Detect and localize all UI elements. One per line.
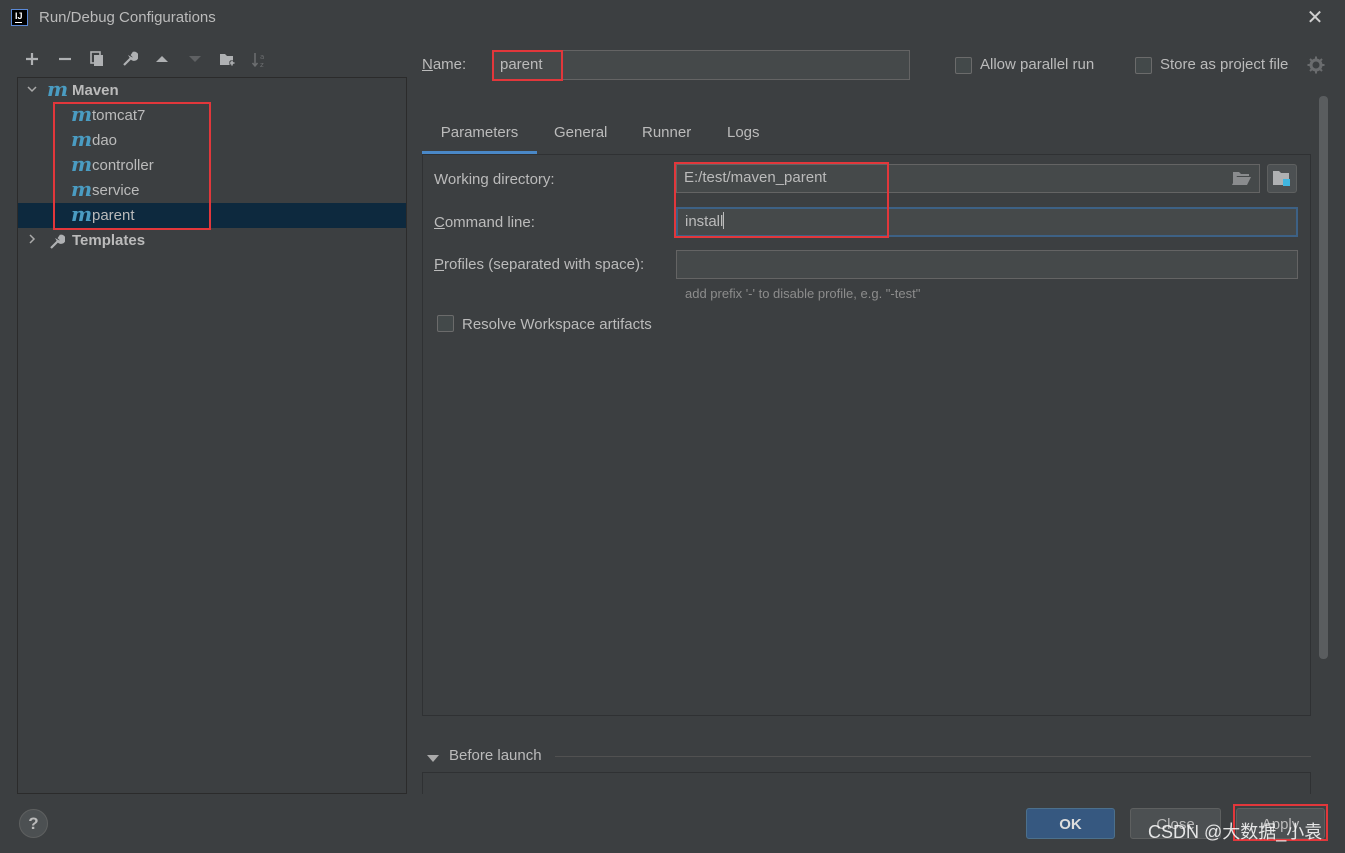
working-directory-label: Working directory: xyxy=(434,171,555,188)
window-title: Run/Debug Configurations xyxy=(39,9,216,26)
arrow-up-icon xyxy=(156,56,168,62)
command-line-field[interactable]: install xyxy=(676,207,1298,237)
svg-text:a: a xyxy=(260,53,264,61)
tree-item-label: tomcat7 xyxy=(92,107,146,124)
before-launch-panel xyxy=(422,772,1311,794)
tree-item-label: dao xyxy=(92,132,118,149)
chevron-down-icon[interactable] xyxy=(27,78,41,103)
maven-run-icon: m xyxy=(71,152,93,176)
tree-node-maven[interactable]: m Maven xyxy=(18,77,406,103)
tree-item-label: controller xyxy=(92,157,154,174)
before-launch-label[interactable]: Before launch xyxy=(449,747,542,764)
allow-parallel-run-label: Allow parallel run xyxy=(980,56,1095,73)
add-configuration-button[interactable] xyxy=(21,49,43,71)
text-cursor xyxy=(723,212,725,229)
intellij-app-icon: IJ xyxy=(11,9,28,26)
command-line-value: install xyxy=(685,213,724,230)
profiles-label-text: rofiles (separated with space): xyxy=(444,256,645,273)
new-folder-button[interactable] xyxy=(217,49,239,71)
resolve-workspace-checkbox[interactable] xyxy=(437,315,454,332)
name-field[interactable]: parent xyxy=(492,50,910,80)
maven-run-icon: m xyxy=(71,177,93,201)
maven-run-icon: m xyxy=(71,202,93,226)
gear-icon[interactable] xyxy=(1307,56,1325,78)
tab-logs[interactable]: Logs xyxy=(727,118,760,151)
folder-add-icon xyxy=(220,54,235,66)
sort-button[interactable]: az xyxy=(249,49,271,71)
profiles-field[interactable] xyxy=(676,250,1298,279)
command-line-label-text: ommand line: xyxy=(444,214,535,231)
name-label-text: ame: xyxy=(432,56,467,73)
name-label: Name: xyxy=(422,56,467,73)
tab-parameters[interactable]: Parameters xyxy=(422,118,537,154)
maven-run-icon: m xyxy=(71,127,93,151)
remove-configuration-button[interactable] xyxy=(54,49,76,71)
allow-parallel-run-checkbox[interactable] xyxy=(955,57,972,74)
arrow-down-icon xyxy=(189,56,201,62)
copy-icon xyxy=(90,51,103,66)
profiles-hint: add prefix '-' to disable profile, e.g. … xyxy=(685,286,921,301)
svg-text:z: z xyxy=(260,61,264,69)
working-directory-field[interactable]: E:/test/maven_parent xyxy=(676,164,1260,193)
help-button[interactable]: ? xyxy=(19,809,48,838)
tab-runner[interactable]: Runner xyxy=(642,118,691,151)
tree-item-parent[interactable]: m parent xyxy=(18,202,406,228)
chevron-right-icon[interactable] xyxy=(27,228,41,253)
command-line-label: Command line: xyxy=(434,214,535,231)
plus-icon xyxy=(26,53,38,65)
wrench-icon xyxy=(123,51,138,66)
apply-button[interactable]: Apply xyxy=(1236,808,1325,839)
wrench-icon xyxy=(49,233,66,258)
store-as-project-file-checkbox[interactable] xyxy=(1135,57,1152,74)
resolve-workspace-label: Resolve Workspace artifacts xyxy=(462,316,652,333)
tree-node-templates[interactable]: Templates xyxy=(18,228,406,253)
close-button[interactable]: Close xyxy=(1130,808,1221,839)
tree-node-label: Maven xyxy=(72,82,119,99)
sort-alphabetically-icon: az xyxy=(251,53,264,69)
close-window-icon[interactable]: ✕ xyxy=(1304,7,1326,29)
module-directories-button[interactable] xyxy=(1267,164,1297,193)
profiles-label: Profiles (separated with space): xyxy=(434,256,645,273)
maven-run-icon: m xyxy=(71,102,93,126)
move-up-button[interactable] xyxy=(151,49,173,71)
config-tabs: Parameters General Runner Logs xyxy=(422,118,1311,154)
maven-icon: m xyxy=(47,77,69,101)
chevron-down-icon[interactable] xyxy=(427,751,439,768)
tree-item-service[interactable]: m service xyxy=(18,177,406,203)
tab-general[interactable]: General xyxy=(554,118,607,151)
divider xyxy=(555,756,1311,757)
edit-templates-button[interactable] xyxy=(119,49,141,71)
tree-item-tomcat7[interactable]: m tomcat7 xyxy=(18,102,406,128)
parameters-panel xyxy=(422,154,1311,716)
tree-item-dao[interactable]: m dao xyxy=(18,127,406,153)
folder-open-icon[interactable] xyxy=(1232,170,1252,190)
module-folder-icon xyxy=(1273,171,1290,186)
minus-icon xyxy=(59,57,71,61)
tree-item-label: parent xyxy=(92,207,135,224)
tree-item-controller[interactable]: m controller xyxy=(18,152,406,178)
tree-node-label: Templates xyxy=(72,232,146,249)
copy-configuration-button[interactable] xyxy=(86,49,108,71)
vertical-scrollbar[interactable] xyxy=(1319,96,1328,659)
move-down-button[interactable] xyxy=(184,49,206,71)
tree-item-label: service xyxy=(92,182,140,199)
ok-button[interactable]: OK xyxy=(1026,808,1115,839)
configuration-tree[interactable]: m Maven m tomcat7 m dao m controller m s… xyxy=(17,77,407,794)
store-as-project-file-label: Store as project file xyxy=(1160,56,1289,73)
